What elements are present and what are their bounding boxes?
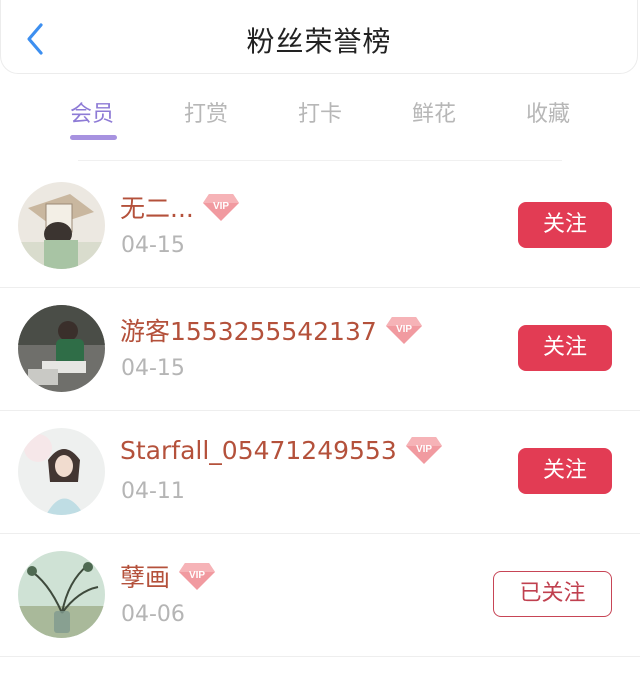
avatar[interactable] [18,428,105,515]
follow-button[interactable]: 关注 [518,448,612,494]
tab-favorites[interactable]: 收藏 [491,92,605,152]
user-name[interactable]: 孽画 [120,558,170,594]
follow-button[interactable]: 关注 [518,325,612,371]
tab-rewards[interactable]: 打赏 [149,92,263,152]
vip-badge-icon: VIP [179,563,216,590]
list-item: Starfall_05471249553 VIP 04-11 关注 [0,411,640,534]
tab-bar: 会员 打赏 打卡 鲜花 收藏 [0,92,640,152]
vip-badge-icon: VIP [385,317,422,344]
tab-flowers[interactable]: 鲜花 [377,92,491,152]
top-bar: 粉丝荣誉榜 [0,0,638,74]
followed-button[interactable]: 已关注 [493,571,612,617]
vip-badge-icon: VIP [202,194,239,221]
svg-text:VIP: VIP [189,570,205,581]
user-name[interactable]: Starfall_05471249553 [120,436,397,465]
tab-members[interactable]: 会员 [35,92,149,152]
page-title: 粉丝荣誉榜 [246,25,392,58]
list-item: 无二... VIP 04-15 关注 [0,165,640,288]
user-name[interactable]: 游客1553255542137 [120,312,377,348]
fan-list: 无二... VIP 04-15 关注 游客1553255542137 VIP 0… [0,165,640,657]
join-date: 04-11 [121,479,185,504]
vip-badge-icon: VIP [405,437,442,464]
user-name[interactable]: 无二... [120,189,194,225]
divider [78,160,562,161]
avatar[interactable] [18,182,105,269]
avatar[interactable] [18,551,105,638]
avatar[interactable] [18,305,105,392]
join-date: 04-15 [121,233,185,258]
svg-text:VIP: VIP [396,324,412,335]
join-date: 04-06 [121,602,185,627]
svg-text:VIP: VIP [416,444,432,455]
list-item: 游客1553255542137 VIP 04-15 关注 [0,288,640,411]
svg-text:VIP: VIP [213,201,229,212]
tab-checkin[interactable]: 打卡 [263,92,377,152]
join-date: 04-15 [121,356,185,381]
list-item: 孽画 VIP 04-06 已关注 [0,534,640,657]
follow-button[interactable]: 关注 [518,202,612,248]
